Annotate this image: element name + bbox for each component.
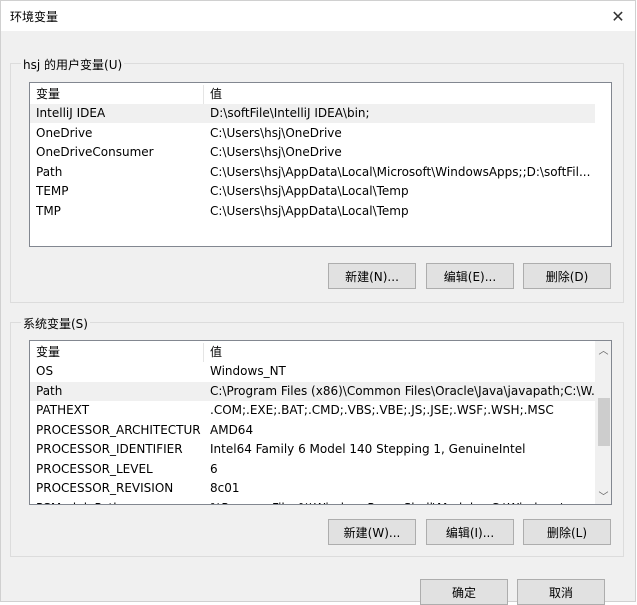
title-bar: 环境变量 ✕: [1, 1, 635, 31]
column-header-value[interactable]: 值: [210, 343, 590, 362]
user-variables-label: hsj 的用户变量(U): [21, 56, 125, 73]
table-row[interactable]: PSModulePath %ProgramFiles%\WindowsPowerS…: [30, 499, 595, 505]
table-row[interactable]: PROCESSOR_IDENTIFIER Intel64 Family 6 Mod…: [30, 440, 595, 459]
cancel-button[interactable]: 取消: [517, 579, 605, 605]
system-list-scrollbar[interactable]: ︿ ﹀: [595, 341, 611, 504]
table-row[interactable]: Path C:\Program Files (x86)\Common Files\…: [30, 381, 595, 401]
system-new-button[interactable]: 新建(W)...: [328, 519, 416, 545]
table-row[interactable]: OS Windows_NT: [30, 362, 595, 381]
user-edit-button[interactable]: 编辑(E)...: [426, 263, 514, 289]
system-delete-button[interactable]: 删除(L): [523, 519, 611, 545]
column-header-value[interactable]: 值: [210, 85, 590, 104]
environment-variables-dialog: 环境变量 ✕ hsj 的用户变量(U) 变量 值 IntelliJ IDEA D:…: [0, 0, 636, 605]
variable-value: .COM;.EXE;.BAT;.CMD;.VBS;.VBE;.JS;.JSE;.…: [210, 403, 554, 417]
column-header-variable[interactable]: 变量: [36, 343, 201, 362]
variable-name: PATHEXT: [36, 403, 90, 417]
variable-name: PROCESSOR_REVISION: [36, 481, 174, 495]
table-row[interactable]: TMP C:\Users\hsj\AppData\Local\Temp: [30, 202, 595, 221]
variable-name: PSModulePath: [36, 499, 201, 505]
column-divider[interactable]: [203, 85, 204, 104]
variable-name: TEMP: [36, 184, 69, 198]
chevron-down-icon: ﹀: [598, 492, 609, 503]
variable-value: C:\Program Files (x86)\Common Files\Orac…: [210, 383, 595, 398]
variable-value: AMD64: [210, 422, 254, 437]
scroll-thumb[interactable]: [598, 398, 610, 446]
variable-value: D:\softFile\IntelliJ IDEA\bin;: [210, 106, 370, 120]
user-delete-button[interactable]: 删除(D): [523, 263, 611, 289]
chevron-up-icon: ︿: [598, 346, 609, 357]
scroll-up-button[interactable]: ︿: [595, 341, 611, 358]
variable-name: OneDriveConsumer: [36, 145, 154, 159]
user-new-button[interactable]: 新建(N)...: [328, 263, 416, 289]
column-header-variable[interactable]: 变量: [36, 85, 201, 104]
list-header: 变量 值: [30, 343, 595, 362]
variable-value: Windows_NT: [210, 364, 286, 378]
table-row[interactable]: OneDrive C:\Users\hsj\OneDrive: [30, 124, 595, 143]
ok-button[interactable]: 确定: [420, 579, 508, 605]
variable-value: %ProgramFiles%\WindowsPowerShell\Modules…: [210, 499, 595, 505]
table-row[interactable]: TEMP C:\Users\hsj\AppData\Local\Temp: [30, 182, 595, 201]
variable-name: PROCESSOR_LEVEL: [36, 461, 153, 476]
variable-name: Path: [36, 383, 63, 398]
close-icon: ✕: [611, 6, 625, 26]
variable-value: C:\Users\hsj\AppData\Local\Temp: [210, 184, 409, 198]
system-edit-button[interactable]: 编辑(I)...: [426, 519, 514, 545]
table-row[interactable]: OneDriveConsumer C:\Users\hsj\OneDrive: [30, 143, 595, 162]
system-variables-label: 系统变量(S): [21, 315, 90, 332]
table-row[interactable]: PROCESSOR_REVISION 8c01: [30, 479, 595, 498]
variable-value: C:\Users\hsj\AppData\Local\Temp: [210, 203, 409, 218]
variable-value: 6: [210, 461, 218, 476]
variable-name: OS: [36, 364, 54, 378]
variable-name: OneDrive: [36, 125, 93, 140]
window-title: 环境变量: [10, 10, 59, 24]
variable-value: C:\Users\hsj\AppData\Local\Microsoft\Win…: [210, 164, 591, 179]
scroll-down-button[interactable]: ﹀: [595, 487, 611, 504]
variable-name: PROCESSOR_IDENTIFIER: [36, 442, 183, 456]
variable-value: C:\Users\hsj\OneDrive: [210, 145, 342, 159]
variable-value: Intel64 Family 6 Model 140 Stepping 1, G…: [210, 442, 526, 456]
variable-name: Path: [36, 164, 63, 179]
table-row[interactable]: PROCESSOR_ARCHITECTURE AMD64: [30, 421, 595, 440]
variable-name: PROCESSOR_ARCHITECTURE: [36, 422, 201, 437]
column-divider[interactable]: [203, 343, 204, 362]
variable-name: IntelliJ IDEA: [36, 106, 106, 120]
list-header: 变量 值: [30, 85, 595, 104]
variable-value: 8c01: [210, 481, 240, 495]
system-variables-list[interactable]: 变量 值 OS Windows_NT Path C:\Program Files (x…: [29, 340, 612, 505]
user-variables-list[interactable]: 变量 值 IntelliJ IDEA D:\softFile\IntelliJ I…: [29, 82, 612, 247]
variable-name: TMP: [36, 203, 61, 218]
table-row[interactable]: Path C:\Users\hsj\AppData\Local\Microsoft…: [30, 163, 595, 182]
table-row[interactable]: PATHEXT .COM;.EXE;.BAT;.CMD;.VBS;.VBE;.JS…: [30, 401, 595, 420]
table-row[interactable]: PROCESSOR_LEVEL 6: [30, 460, 595, 479]
table-row[interactable]: IntelliJ IDEA D:\softFile\IntelliJ IDEA\b…: [30, 104, 595, 123]
close-button[interactable]: ✕: [601, 1, 635, 31]
variable-value: C:\Users\hsj\OneDrive: [210, 125, 342, 140]
